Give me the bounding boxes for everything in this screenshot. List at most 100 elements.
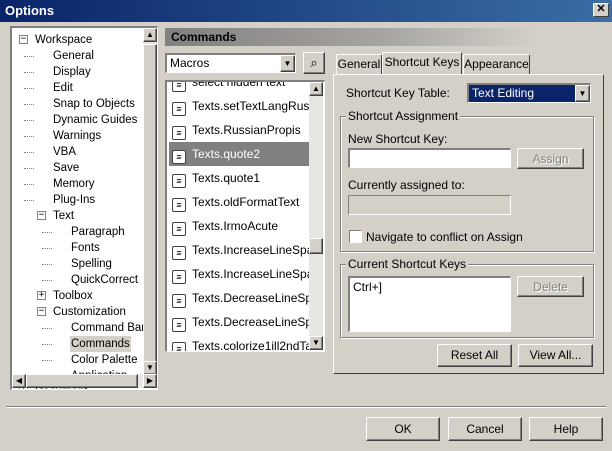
tree-line [24,152,34,153]
tree-item[interactable]: − Workspace [12,32,144,48]
reset-all-button[interactable]: Reset All [437,344,512,367]
tree-item-label: Warnings [53,130,102,142]
tree-item-label: Display [53,66,91,78]
macro-icon: ≡ [172,82,186,92]
command-name: Texts.colorize1ill2ndTab [192,339,310,352]
scroll-right-icon[interactable]: ▶ [143,374,157,388]
tree-item[interactable]: Edit [12,80,144,96]
tree-item[interactable]: VBA [12,144,144,160]
navigate-conflict-checkbox[interactable] [349,230,362,243]
tree-item[interactable]: Snap to Objects [12,96,144,112]
tab-general[interactable]: General [336,54,382,74]
macro-icon: ≡ [172,102,186,116]
collapse-icon[interactable]: − [37,307,46,316]
expand-icon[interactable]: + [37,291,46,300]
command-name: Texts.IncreaseLineSpacing [192,243,310,257]
scroll-down-icon[interactable]: ▼ [143,361,157,375]
tree-line [42,328,52,329]
tree-item[interactable]: Memory [12,176,144,192]
list-item[interactable]: ≡ select hidden text [169,82,310,94]
scroll-left-icon[interactable]: ◀ [12,374,26,388]
tree-item[interactable]: Dynamic Guides [12,112,144,128]
scroll-up-icon[interactable]: ▲ [143,28,157,42]
delete-button[interactable]: Delete [517,276,584,297]
list-item[interactable]: ≡ Texts.colorize1ill2ndTab [169,334,310,352]
tree-line [24,184,34,185]
command-name: Texts.setTextLangRussian [192,99,310,113]
tab-shortcut-keys[interactable]: Shortcut Keys [382,52,462,74]
assign-button[interactable]: Assign [517,148,584,169]
tree-item-label: Color Palette [71,354,138,366]
tree-item[interactable]: Color Palette [12,352,144,368]
tree-item[interactable]: − Customization [12,304,144,320]
tree-item[interactable]: Fonts [12,240,144,256]
help-button[interactable]: Help [529,417,603,441]
list-item[interactable]: ≡ Texts.oldFormatText [169,190,310,214]
tree-item[interactable]: General [12,48,144,64]
tab-appearance[interactable]: Appearance [463,54,530,74]
tree-line [24,88,34,89]
tree-item[interactable]: Save [12,160,144,176]
tree-item[interactable]: Display [12,64,144,80]
binoculars-icon[interactable]: ⌕ [303,52,325,74]
navigate-conflict-label[interactable]: Navigate to conflict on Assign [366,230,523,244]
list-scroll-thumb[interactable] [309,238,323,254]
tree-item[interactable]: + Toolbox [12,288,144,304]
view-all-button[interactable]: View All... [518,344,593,367]
list-item[interactable]: Ctrl+] [353,280,507,294]
tree-line [24,72,34,73]
tree-scroll-thumb[interactable] [143,44,157,372]
macro-icon: ≡ [172,126,186,140]
table-chevron-down-icon[interactable]: ▼ [575,85,590,102]
command-name: Texts.IrmoAcute [192,219,279,233]
macro-icon: ≡ [172,342,186,351]
collapse-icon[interactable]: − [19,35,28,44]
tree-item[interactable]: Commands [12,336,144,352]
options-tree[interactable]: − Workspace General Display Edit Snap to Obje… [10,26,158,390]
cancel-button[interactable]: Cancel [448,417,522,441]
chevron-down-icon[interactable]: ▼ [280,55,295,72]
close-icon[interactable]: ✕ [593,3,609,17]
shortcut-key-table-combo[interactable]: Text Editing ▼ [467,83,591,103]
list-item[interactable]: ≡ Texts.setTextLangRussian [169,94,310,118]
commands-vertical-scrollbar[interactable]: ▲ ▼ [309,82,323,350]
new-shortcut-key-input[interactable] [348,148,511,168]
list-item[interactable]: ≡ Texts.quote2 [169,142,310,166]
tree-item-label: Customization [53,306,126,318]
tree-item[interactable]: Plug-Ins [12,192,144,208]
tree-item-label: Command Bars [71,322,151,334]
category-combo[interactable]: Macros ▼ [165,53,296,73]
tree-item[interactable]: QuickCorrect [12,272,144,288]
tree-line [24,120,34,121]
tree-item-label: Workspace [35,34,93,46]
list-item[interactable]: ≡ Texts.IrmoAcute [169,214,310,238]
tree-item-label: Memory [53,178,95,190]
tree-item[interactable]: − Text [12,208,144,224]
tree-hscroll-thumb[interactable] [26,374,138,388]
tree-item[interactable]: Spelling [12,256,144,272]
list-item[interactable]: ≡ Texts.IncreaseLineSpacing [169,238,310,262]
commands-list[interactable]: ≡ select hidden text ≡ Texts.setTextLangRus… [165,80,325,352]
tree-horizontal-scrollbar[interactable]: ◀ ▶ [12,374,157,388]
command-name: Texts.quote2 [192,147,261,161]
list-item[interactable]: ≡ Texts.IncreaseLineSpacing2 [169,262,310,286]
window-title: Options [5,3,55,18]
tree-vertical-scrollbar[interactable]: ▲ ▼ [143,28,157,375]
tree-item[interactable]: Warnings [12,128,144,144]
list-scroll-down-icon[interactable]: ▼ [309,336,323,350]
tree-line [24,200,34,201]
tree-item[interactable]: Paragraph [12,224,144,240]
collapse-icon[interactable]: − [37,211,46,220]
list-item[interactable]: ≡ Texts.DecreaseLineSpacing [169,286,310,310]
current-shortcut-keys-list[interactable]: Ctrl+] [348,276,511,332]
list-item[interactable]: ≡ Texts.DecreaseLineSpacing2 [169,310,310,334]
list-item[interactable]: ≡ Texts.RussianPropis [169,118,310,142]
list-item[interactable]: ≡ Texts.quote1 [169,166,310,190]
ok-button[interactable]: OK [366,417,440,441]
list-scroll-up-icon[interactable]: ▲ [309,82,323,96]
tree-item-label: Fonts [71,242,100,254]
macro-icon: ≡ [172,270,186,284]
tree-line [24,136,34,137]
tree-item-label: Save [53,162,80,174]
tree-item[interactable]: Command Bars [12,320,151,336]
